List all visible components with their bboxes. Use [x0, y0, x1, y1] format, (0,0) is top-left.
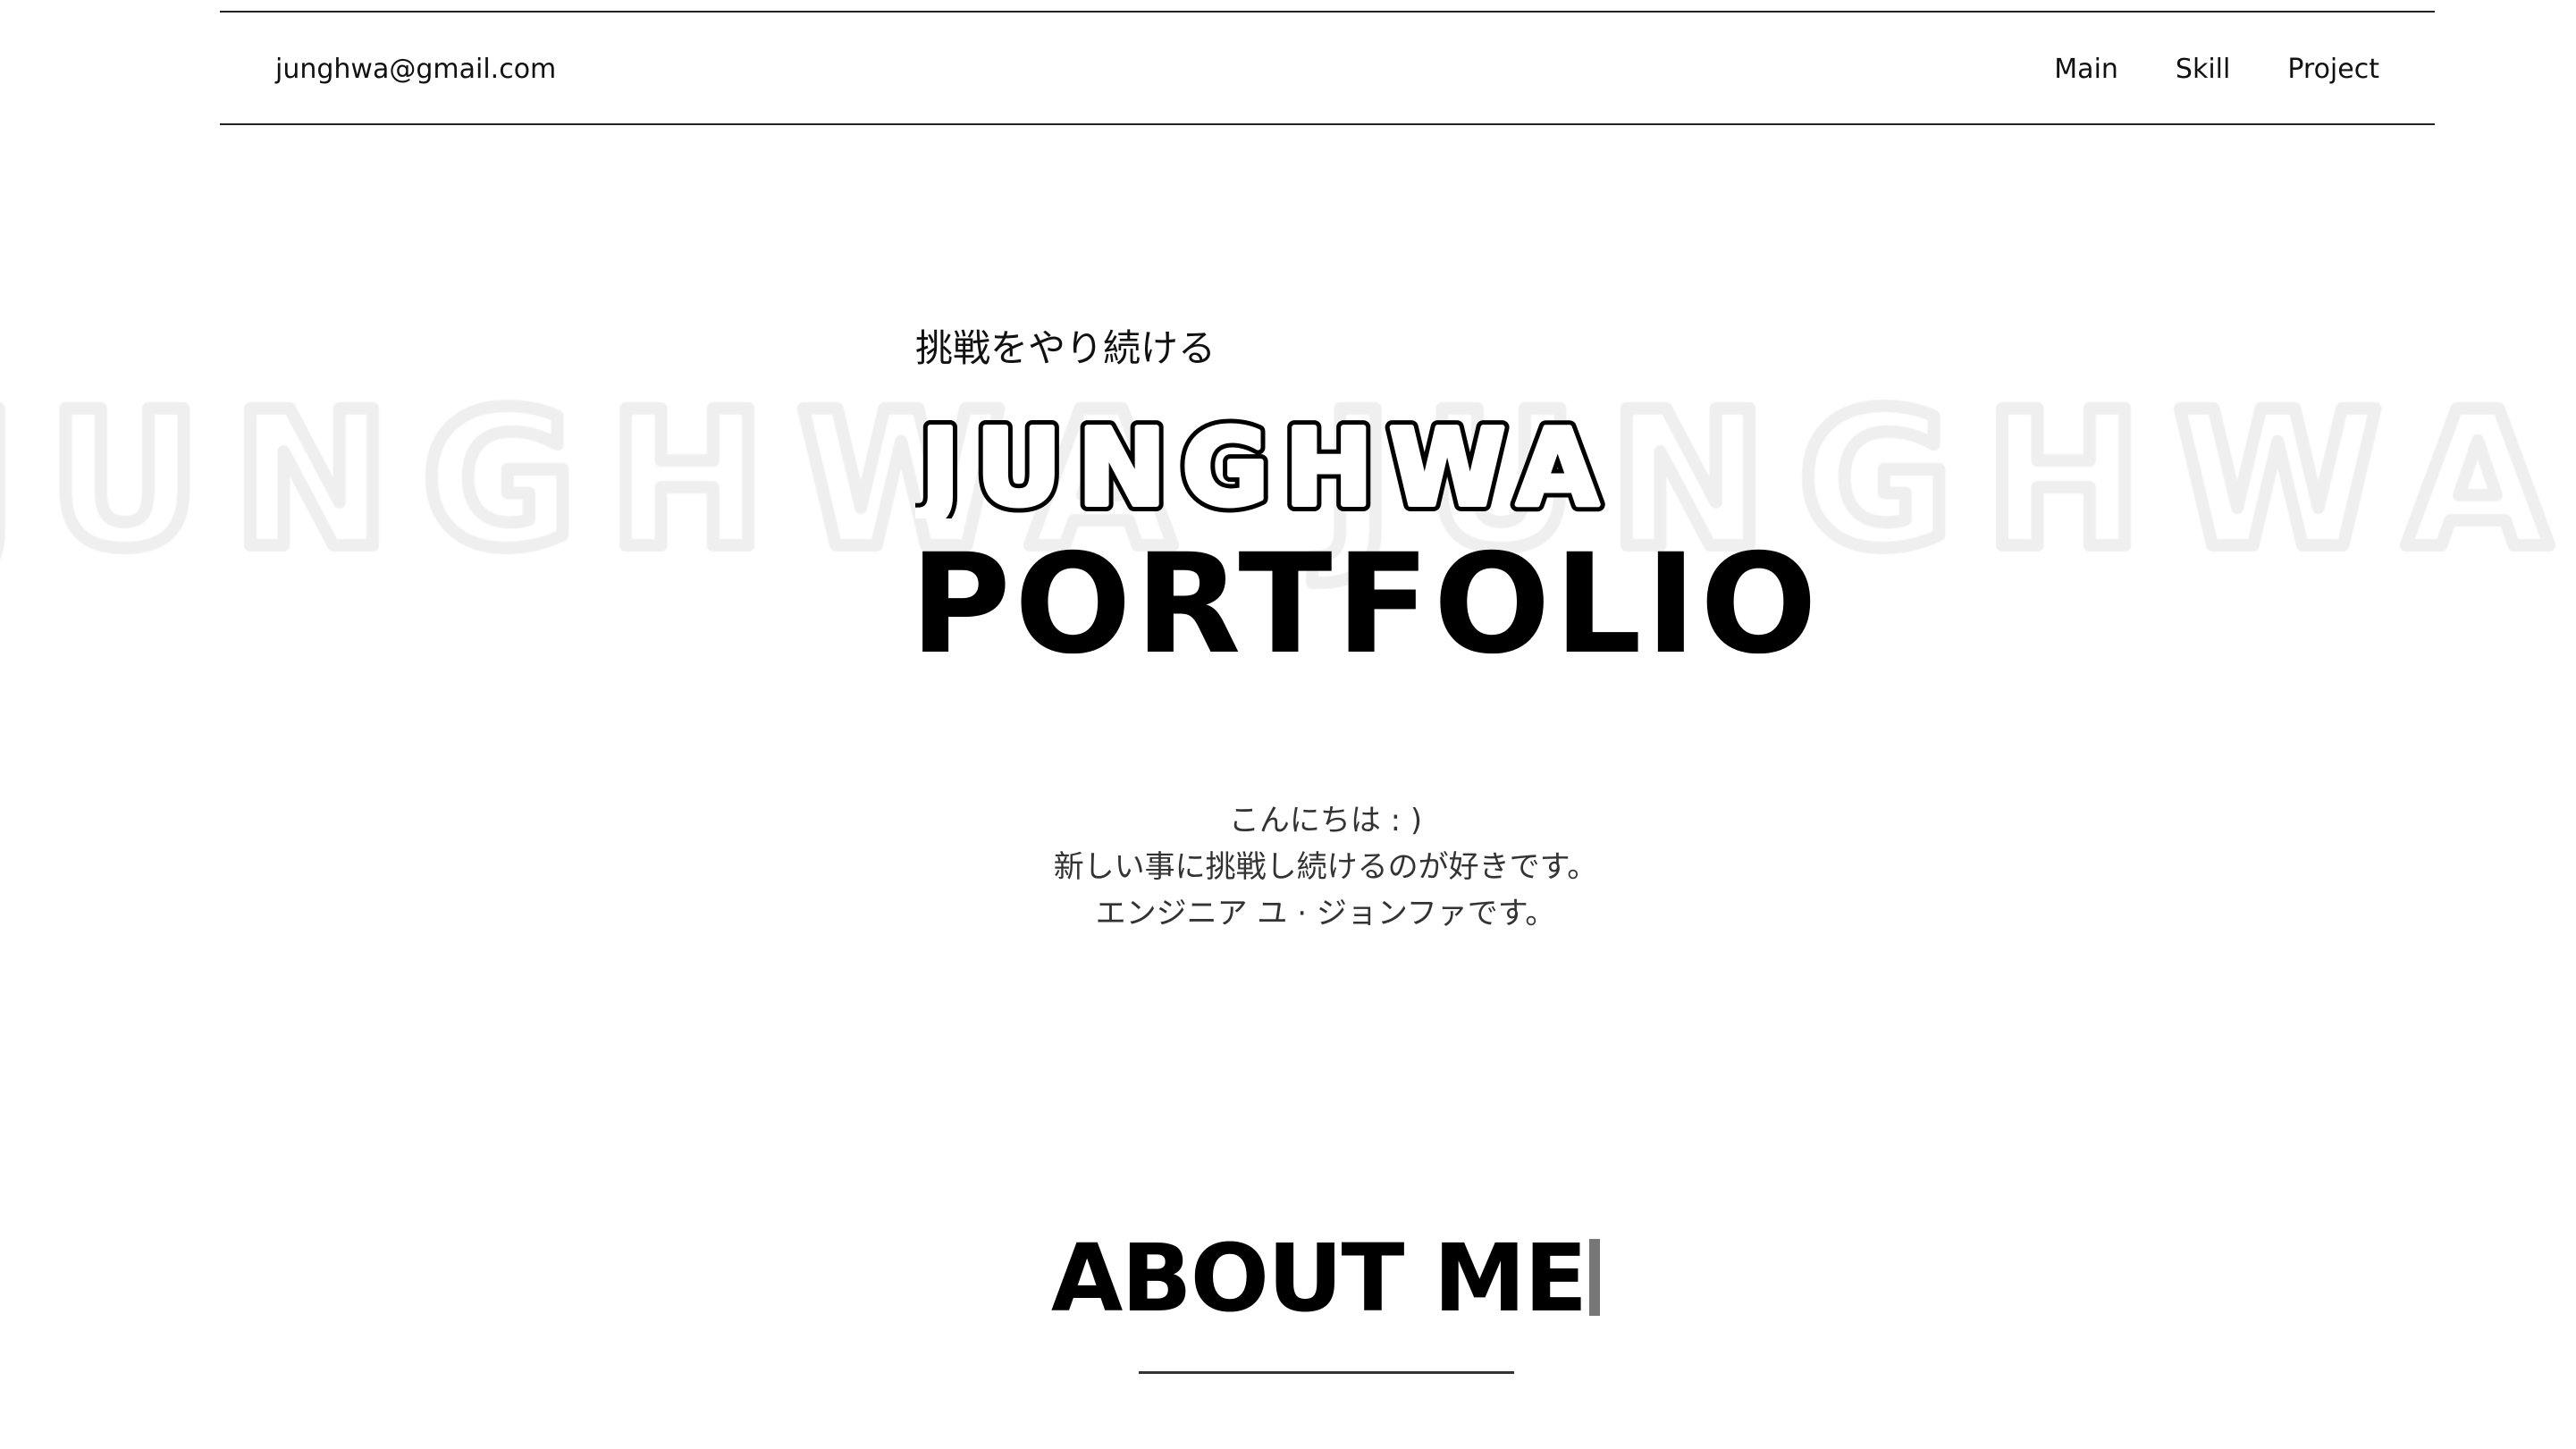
intro-line-2: 新しい事に挑戦し続けるのが好きです。 [1053, 849, 1598, 885]
nav-item-skill[interactable]: Skill [2176, 54, 2230, 85]
about-heading: ABOUT ME [0, 1225, 2576, 1332]
hero-section: 挑戦をやり続ける JUNGHWA JUNGHWA PORTFOLIO [907, 322, 1817, 674]
name-logo: JUNGHWA JUNGHWA [907, 399, 1614, 536]
about-divider [1139, 1371, 1514, 1374]
typing-caret [1589, 1239, 1601, 1316]
intro-line-1: こんにちは : ) [1228, 803, 1423, 838]
portfolio-title: PORTFOLIO [910, 525, 1821, 685]
hero-subtitle: 挑戦をやり続ける [915, 326, 1216, 370]
about-heading-text: ABOUT ME [1050, 1224, 1587, 1333]
nav-item-project[interactable]: Project [2287, 54, 2379, 85]
email-link[interactable]: junghwa@gmail.com [275, 54, 556, 85]
name-logo-fill: JUNGHWA [915, 411, 1614, 518]
main-nav: Main Skill Project [2054, 54, 2379, 85]
nav-item-main[interactable]: Main [2054, 54, 2118, 85]
site-header: junghwa@gmail.com Main Skill Project [220, 11, 2435, 125]
page: junghwa@gmail.com Main Skill Project JUN… [0, 0, 2576, 1449]
intro-text: こんにちは : ) 新しい事に挑戦し続けるのが好きです。 エンジニア ユ · ジ… [0, 797, 2576, 937]
intro-line-3: エンジニア ユ · ジョンファです。 [1095, 896, 1556, 931]
